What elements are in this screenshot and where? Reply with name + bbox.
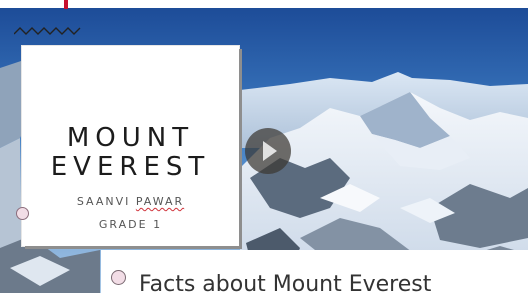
author-first-name: SAANVI	[76, 195, 131, 208]
accent-bar	[64, 0, 68, 9]
title-line-2: EVEREST	[50, 152, 211, 182]
play-button[interactable]	[245, 128, 291, 174]
bullet-text[interactable]: Facts about Mount Everest	[139, 272, 431, 293]
author-last-name: PAWAR	[135, 195, 185, 208]
title-line-1: MOUNT	[66, 123, 195, 153]
title-card[interactable]: MOUNT EVEREST SAANVI PAWAR GRADE 1	[22, 46, 239, 246]
author-name: SAANVI PAWAR	[22, 195, 239, 208]
grade-label: GRADE 1	[98, 218, 163, 231]
play-icon	[263, 141, 277, 161]
slide: MOUNT EVEREST SAANVI PAWAR GRADE 1 Facts…	[0, 0, 528, 293]
decor-dot	[16, 207, 29, 220]
content-panel: Facts about Mount Everest	[101, 250, 528, 293]
zigzag-decoration	[14, 27, 81, 35]
bullet-icon	[111, 270, 126, 285]
